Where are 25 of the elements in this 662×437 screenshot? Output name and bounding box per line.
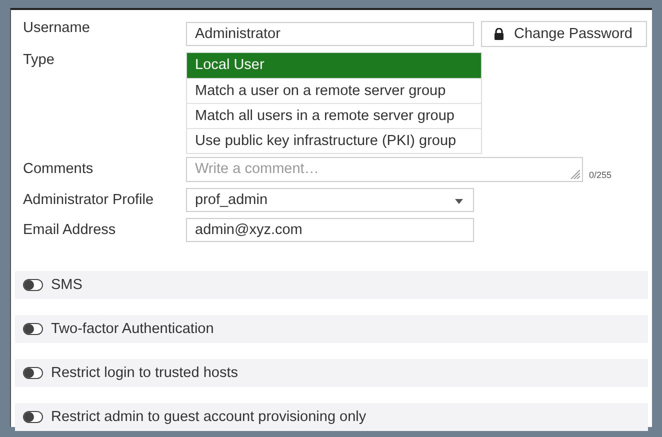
type-option[interactable]: Local User [187, 53, 481, 78]
type-option[interactable]: Use public key infrastructure (PKI) group [187, 128, 481, 153]
field-label: Type [23, 52, 56, 68]
toggle-switch[interactable] [23, 367, 43, 379]
toggle-switch[interactable] [23, 411, 43, 423]
profile-select[interactable]: prof_admin [186, 188, 474, 212]
toggle-label: Restrict login to trusted hosts [51, 365, 238, 381]
field-label: Comments [23, 160, 94, 179]
toggle-switch[interactable] [23, 323, 43, 335]
field-label: Email Address [23, 221, 117, 240]
type-option[interactable]: Match all users in a remote server group [187, 103, 481, 128]
type-option[interactable]: Match a user on a remote server group [187, 78, 481, 103]
caret-icon [455, 199, 463, 204]
toggle-label: SMS [51, 277, 82, 293]
character-counter: 0/255 [589, 170, 612, 180]
resize-handle-icon [570, 169, 580, 179]
toggle-label: Two-factor Authentication [51, 321, 214, 337]
change-password-button[interactable]: Change Password [481, 21, 647, 47]
lock-icon [494, 28, 504, 40]
toggle-switch[interactable] [23, 279, 43, 291]
field-label: Username [23, 19, 91, 38]
toggle-label: Restrict admin to guest account provisioning only [51, 409, 366, 425]
email-field[interactable]: admin@xyz.com [186, 218, 474, 242]
field-label: Administrator Profile [23, 191, 155, 210]
username-field[interactable]: Administrator [186, 22, 474, 46]
